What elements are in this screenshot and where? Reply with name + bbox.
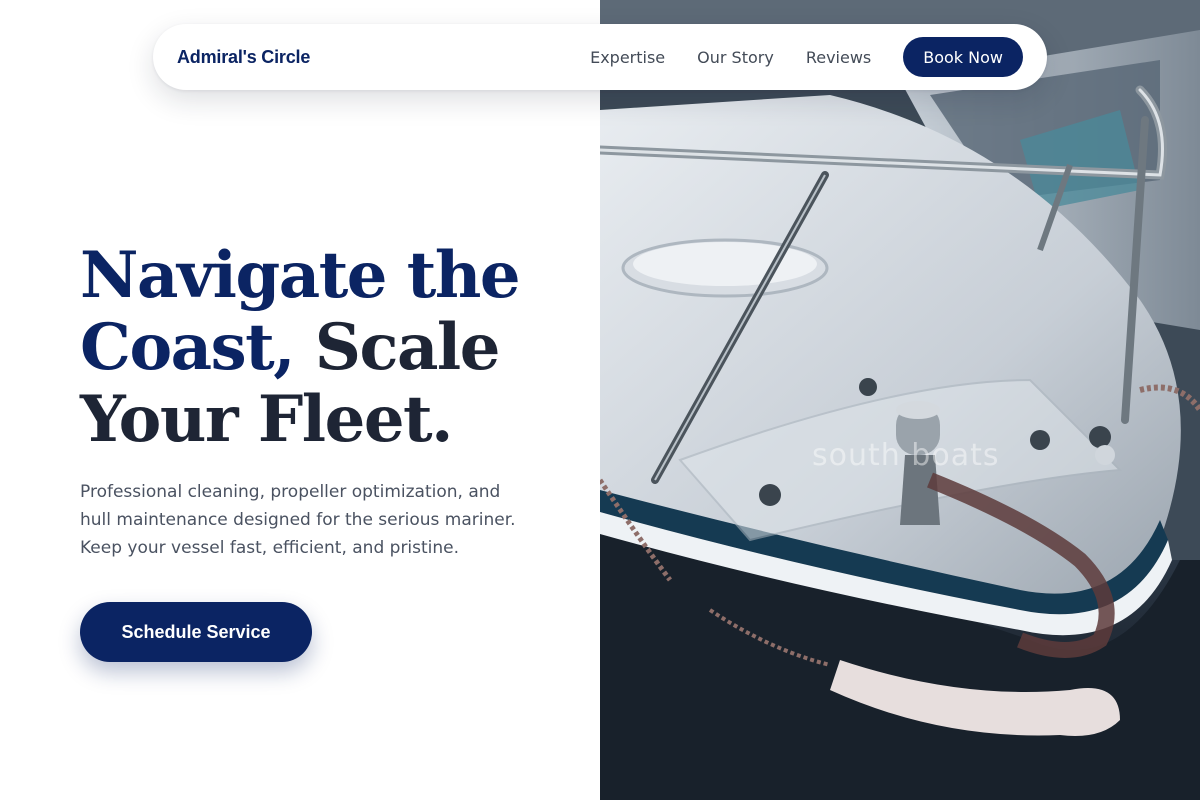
brand-logo[interactable]: Admiral's Circle bbox=[177, 47, 310, 68]
book-now-button[interactable]: Book Now bbox=[903, 37, 1023, 77]
hero-heading-rest-2: Your Fleet. bbox=[80, 382, 453, 457]
hero-heading-accent-1: Navigate the bbox=[80, 238, 521, 313]
hero-image: south boats bbox=[600, 0, 1200, 800]
nav-link-reviews[interactable]: Reviews bbox=[806, 48, 871, 67]
hero-heading-accent-2: Coast, bbox=[80, 310, 295, 385]
nav-link-expertise[interactable]: Expertise bbox=[590, 48, 665, 67]
hero-heading: Navigate the Coast, Scale Your Fleet. bbox=[80, 240, 580, 456]
boat-bow-illustration bbox=[600, 0, 1200, 800]
top-navbar: Admiral's Circle Expertise Our Story Rev… bbox=[153, 24, 1047, 90]
image-watermark: south boats bbox=[812, 438, 1000, 473]
hero-heading-rest-1: Scale bbox=[314, 310, 501, 385]
hero-subtitle: Professional cleaning, propeller optimiz… bbox=[80, 482, 516, 558]
nav-links: Expertise Our Story Reviews Book Now bbox=[590, 37, 1023, 77]
nav-link-our-story[interactable]: Our Story bbox=[697, 48, 774, 67]
schedule-service-button[interactable]: Schedule Service bbox=[80, 602, 312, 662]
